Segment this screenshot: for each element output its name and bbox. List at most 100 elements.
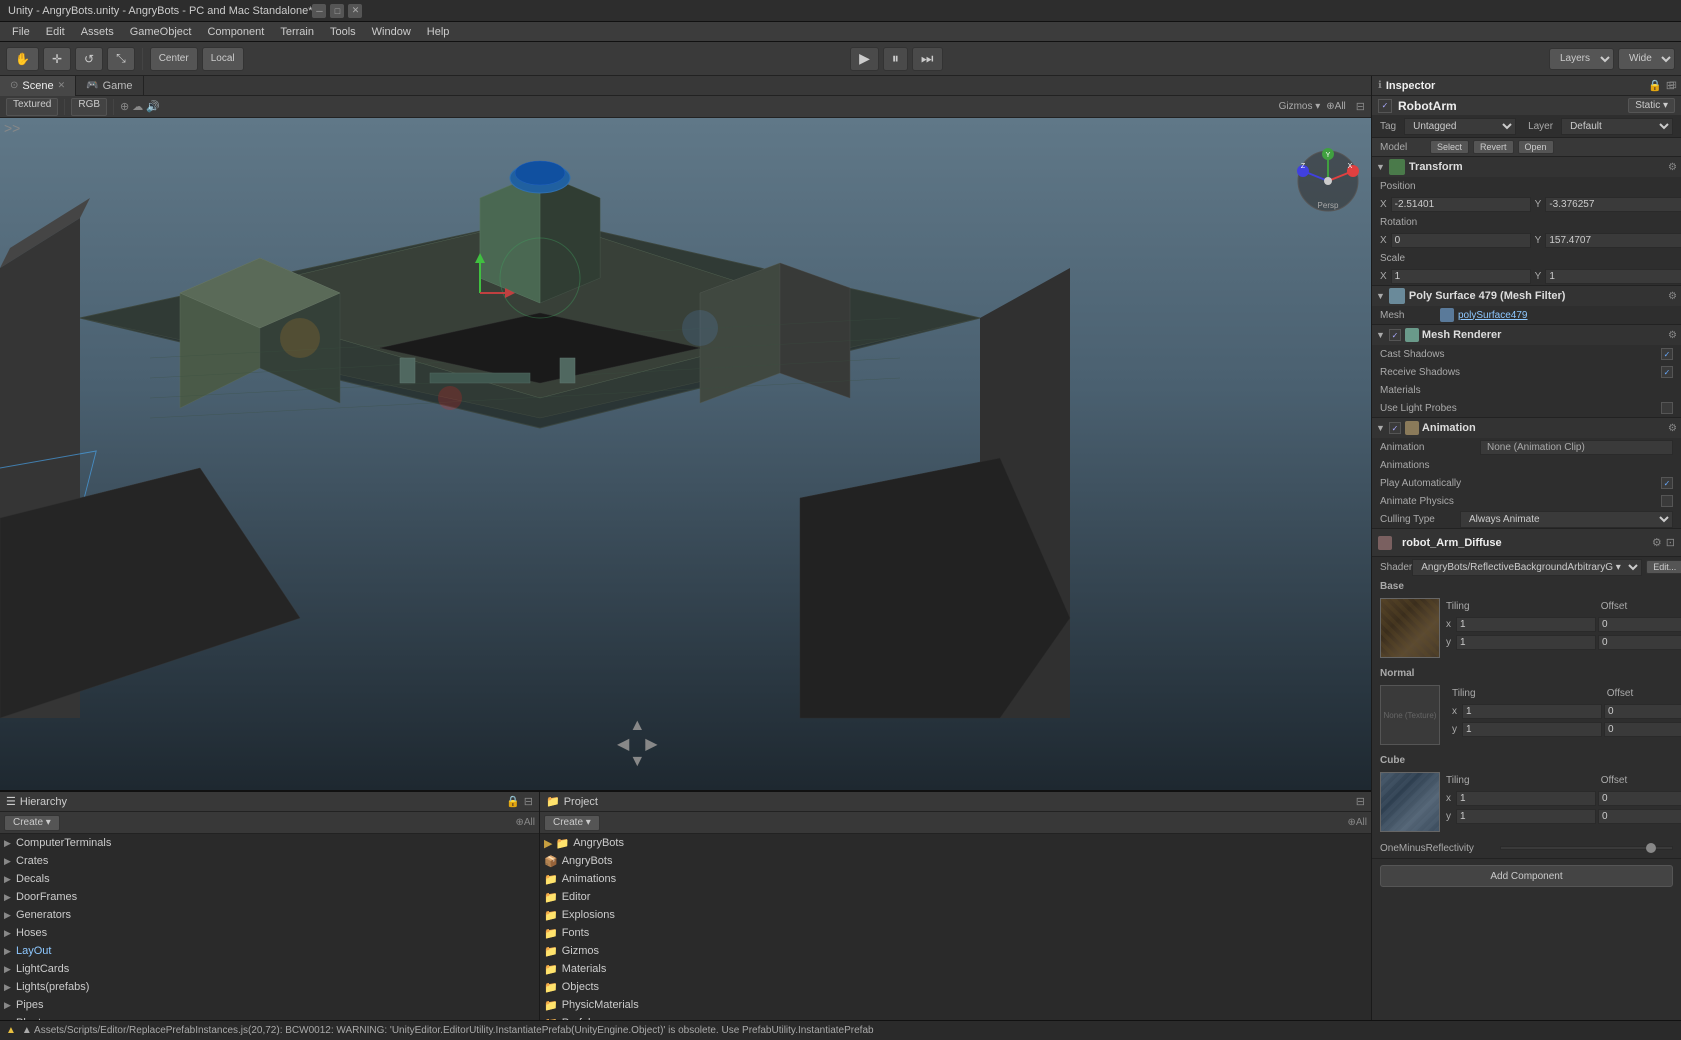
mesh-filter-header[interactable]: ▼ Poly Surface 479 (Mesh Filter) ⚙	[1372, 286, 1681, 306]
project-item-explosions[interactable]: 📁 Explosions	[540, 906, 1371, 924]
static-badge[interactable]: Static ▾	[1628, 98, 1675, 113]
rgb-btn[interactable]: RGB	[71, 98, 107, 116]
base-texture-thumb[interactable]	[1380, 598, 1440, 658]
scene-collapse-arrows[interactable]: >>	[4, 120, 20, 136]
maximize-btn[interactable]: □	[330, 4, 344, 18]
normal-tiling-x[interactable]	[1462, 704, 1602, 719]
hierarchy-item-doorframes[interactable]: ▶ DoorFrames	[0, 888, 539, 906]
transform-section-header[interactable]: ▼ Transform ⚙	[1372, 157, 1681, 177]
scene-maximize-btn[interactable]: ⊟	[1669, 80, 1677, 91]
culling-dropdown[interactable]: Always Animate	[1460, 511, 1673, 528]
menu-assets[interactable]: Assets	[73, 24, 122, 40]
cube-texture-thumb[interactable]	[1380, 772, 1440, 832]
model-revert-btn[interactable]: Revert	[1473, 140, 1514, 154]
base-offset-x[interactable]	[1598, 617, 1681, 632]
inspector-lock-icon[interactable]: 🔒	[1648, 79, 1662, 92]
base-offset-y[interactable]	[1598, 635, 1681, 650]
object-name-field[interactable]: RobotArm	[1398, 99, 1628, 113]
cube-tiling-y[interactable]	[1456, 809, 1596, 824]
scale-x-field[interactable]	[1391, 269, 1531, 284]
rot-x-field[interactable]	[1391, 233, 1531, 248]
rotate-tool-btn[interactable]: ↺	[75, 47, 103, 71]
cube-offset-y[interactable]	[1598, 809, 1681, 824]
base-tiling-x[interactable]	[1456, 617, 1596, 632]
project-item-objects[interactable]: 📁 Objects	[540, 978, 1371, 996]
close-btn[interactable]: ✕	[348, 4, 362, 18]
project-item-angrybots-folder[interactable]: ▶ 📁 AngryBots	[540, 834, 1371, 852]
hierarchy-item-pipes[interactable]: ▶ Pipes	[0, 996, 539, 1014]
hierarchy-item-plants[interactable]: ▶ Plants	[0, 1014, 539, 1020]
pos-y-field[interactable]: -3.376257	[1545, 197, 1681, 212]
local-btn[interactable]: Local	[202, 47, 244, 71]
hierarchy-item-decals[interactable]: ▶ Decals	[0, 870, 539, 888]
material-close-icon[interactable]: ⊡	[1666, 536, 1675, 549]
normal-offset-y[interactable]	[1604, 722, 1681, 737]
project-create-btn[interactable]: Create ▾	[544, 815, 600, 831]
meshrenderer-gear-icon[interactable]: ⚙	[1668, 330, 1677, 341]
tag-dropdown[interactable]: Untagged	[1404, 118, 1516, 135]
project-item-editor[interactable]: 📁 Editor	[540, 888, 1371, 906]
animation-section-header[interactable]: ▼ ✓ Animation ⚙	[1372, 418, 1681, 438]
hierarchy-close-btn[interactable]: ⊟	[524, 795, 533, 808]
hierarchy-item-layout[interactable]: ▶ LayOut	[0, 942, 539, 960]
pause-btn[interactable]: ⏸	[883, 47, 908, 71]
tab-game[interactable]: 🎮 Game	[76, 76, 143, 96]
mesh-value[interactable]: polySurface479	[1458, 310, 1528, 321]
scene-close-btn[interactable]: ⊟	[1356, 100, 1365, 113]
meshfilter-gear-icon[interactable]: ⚙	[1668, 291, 1677, 302]
normal-texture-thumb[interactable]: None (Texture)	[1380, 685, 1440, 745]
material-gear-icon[interactable]: ⚙	[1652, 536, 1662, 549]
add-component-btn[interactable]: Add Component	[1380, 865, 1673, 887]
menu-terrain[interactable]: Terrain	[272, 24, 322, 40]
nav-left-arrow[interactable]: ◀	[617, 734, 629, 754]
meshrenderer-enable[interactable]: ✓	[1389, 329, 1401, 341]
shader-dropdown[interactable]: AngryBots/ReflectiveBackgroundArbitraryG…	[1412, 559, 1642, 576]
layer-dropdown[interactable]: Default	[1561, 118, 1673, 135]
shader-edit-btn[interactable]: Edit...	[1646, 560, 1681, 574]
layers-dropdown[interactable]: Layers	[1549, 48, 1614, 70]
menu-file[interactable]: File	[4, 24, 38, 40]
project-item-prefabs[interactable]: 📁 Prefabs	[540, 1014, 1371, 1020]
nav-down-arrow[interactable]: ▼	[629, 754, 645, 770]
pos-x-field[interactable]: -2.51401	[1391, 197, 1531, 212]
project-close-btn[interactable]: ⊟	[1356, 795, 1365, 808]
rot-y-field[interactable]	[1545, 233, 1681, 248]
animation-gear-icon[interactable]: ⚙	[1668, 423, 1677, 434]
hierarchy-item-lightcards[interactable]: ▶ LightCards	[0, 960, 539, 978]
layout-dropdown[interactable]: Wide	[1618, 48, 1675, 70]
nav-up-arrow[interactable]: ▲	[629, 718, 645, 734]
scene-extra-btns[interactable]: ⊕ ☁ 🔊	[120, 100, 160, 113]
menu-component[interactable]: Component	[199, 24, 272, 40]
hierarchy-item-generators[interactable]: ▶ Generators	[0, 906, 539, 924]
hierarchy-item-lights[interactable]: ▶ Lights(prefabs)	[0, 978, 539, 996]
animate-physics-checkbox[interactable]	[1661, 495, 1673, 507]
hand-tool-btn[interactable]: ✋	[6, 47, 39, 71]
reflectivity-slider[interactable]	[1500, 846, 1673, 850]
menu-edit[interactable]: Edit	[38, 24, 73, 40]
scene-tab-close[interactable]: ✕	[58, 80, 66, 91]
project-item-gizmos[interactable]: 📁 Gizmos	[540, 942, 1371, 960]
cube-offset-x[interactable]	[1598, 791, 1681, 806]
nav-right-arrow[interactable]: ▶	[645, 734, 657, 754]
project-item-fonts[interactable]: 📁 Fonts	[540, 924, 1371, 942]
menu-gameobject[interactable]: GameObject	[122, 24, 200, 40]
scale-tool-btn[interactable]: ⤡	[107, 47, 135, 71]
use-light-probes-checkbox[interactable]	[1661, 402, 1673, 414]
cast-shadows-checkbox[interactable]: ✓	[1661, 348, 1673, 360]
tab-scene[interactable]: ⊙ Scene ✕	[0, 76, 76, 96]
hierarchy-create-btn[interactable]: Create ▾	[4, 815, 60, 831]
animation-enable[interactable]: ✓	[1389, 422, 1401, 434]
project-item-animations[interactable]: 📁 Animations	[540, 870, 1371, 888]
hierarchy-item-hoses[interactable]: ▶ Hoses	[0, 924, 539, 942]
project-item-angrybots-asset[interactable]: 📦 AngryBots	[540, 852, 1371, 870]
transform-gear-icon[interactable]: ⚙	[1668, 162, 1677, 173]
step-btn[interactable]: ⏭	[912, 47, 943, 71]
cube-tiling-x[interactable]	[1456, 791, 1596, 806]
center-btn[interactable]: Center	[150, 47, 198, 71]
scale-y-field[interactable]	[1545, 269, 1681, 284]
model-open-btn[interactable]: Open	[1518, 140, 1554, 154]
project-item-physicmaterials[interactable]: 📁 PhysicMaterials	[540, 996, 1371, 1014]
normal-tiling-y[interactable]	[1462, 722, 1602, 737]
play-btn[interactable]: ▶	[850, 47, 879, 71]
play-auto-checkbox[interactable]: ✓	[1661, 477, 1673, 489]
